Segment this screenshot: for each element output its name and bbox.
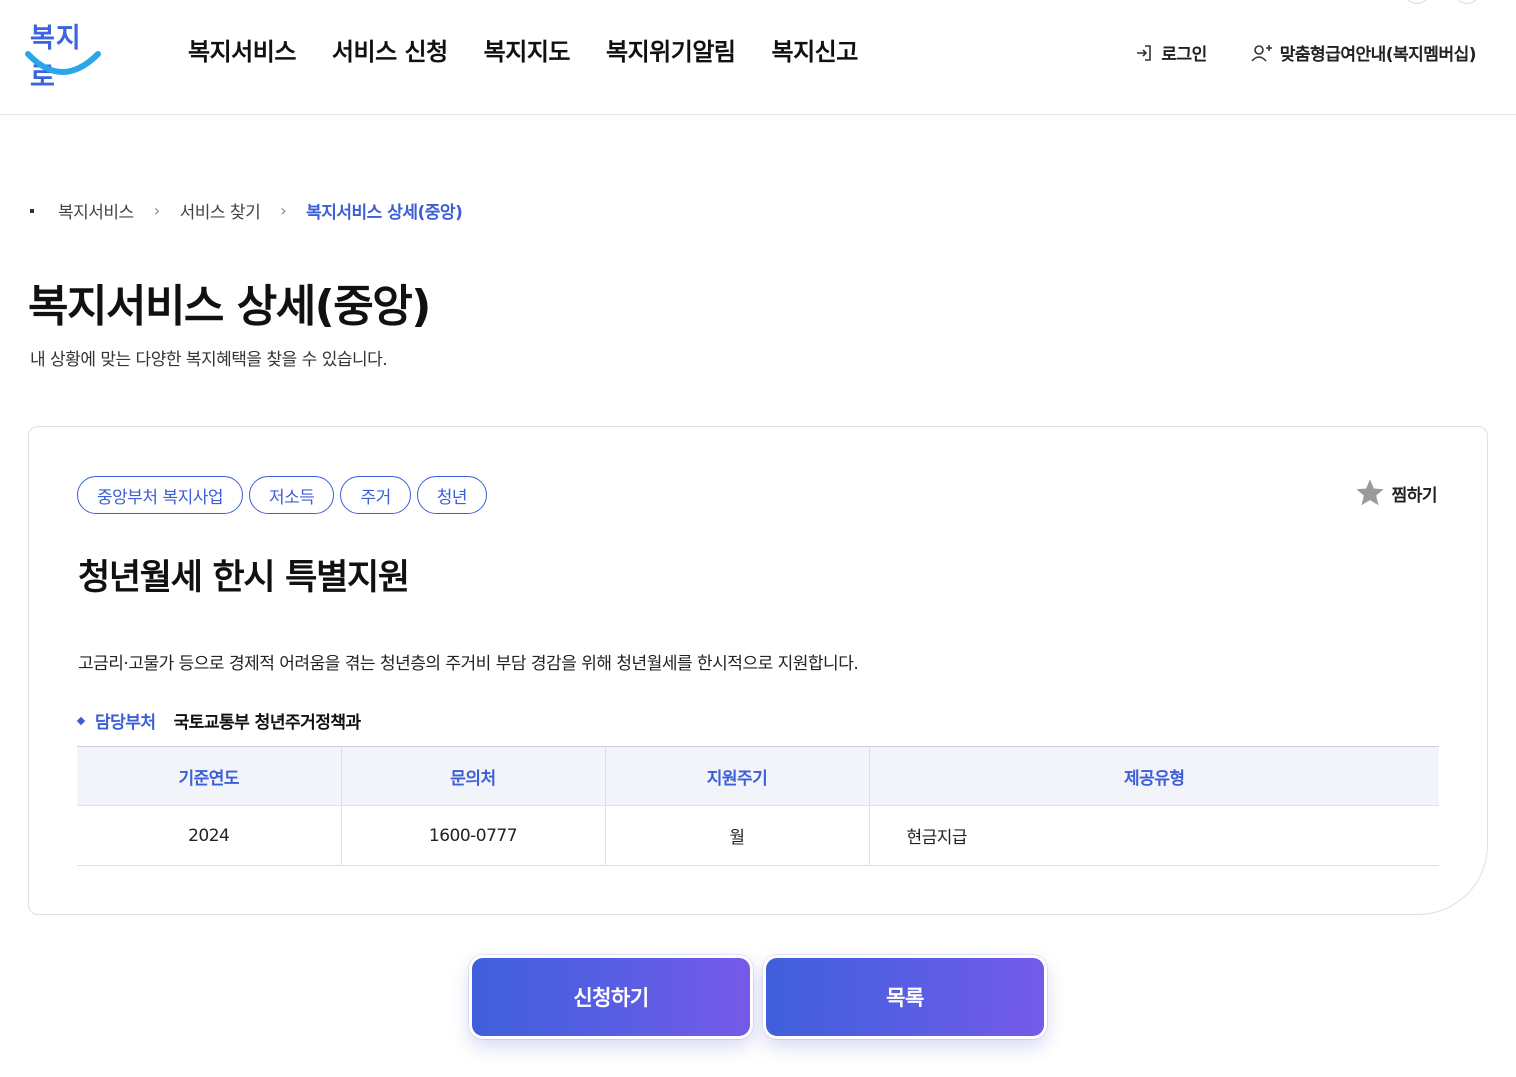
cell-contact: 1600-0777 bbox=[340, 805, 605, 866]
login-icon bbox=[1137, 44, 1152, 61]
chevron-right-icon: › bbox=[153, 201, 160, 220]
apply-button[interactable]: 신청하기 bbox=[469, 955, 753, 1039]
favorite-button[interactable]: 찜하기 bbox=[1354, 477, 1438, 509]
favorite-label: 찜하기 bbox=[1391, 485, 1438, 506]
nav-item-welfare-map[interactable]: 복지지도 bbox=[484, 32, 571, 67]
header-base-year: 기준연도 bbox=[77, 746, 341, 806]
list-button[interactable]: 목록 bbox=[763, 955, 1047, 1039]
utility-menu: 로그인 맞춤형급여안내(복지멤버십) bbox=[1134, 40, 1477, 65]
page-title: 복지서비스 상세(중앙) bbox=[28, 281, 431, 332]
diamond-bullet-icon bbox=[76, 716, 86, 725]
service-detail-card: 중앙부처 복지사업 저소득 주거 청년 찜하기 청년월세 한시 특별지원 고금리… bbox=[28, 426, 1488, 915]
membership-label: 맞춤형급여안내(복지멤버십) bbox=[1279, 45, 1477, 65]
cell-base-year: 2024 bbox=[77, 805, 341, 866]
top-circle-button[interactable] bbox=[1454, 0, 1480, 4]
table-row: 2024 1600-0777 월 현금지급 bbox=[77, 805, 1439, 866]
header-support-cycle: 지원주기 bbox=[604, 746, 869, 806]
top-utility-strip bbox=[1200, 0, 1480, 4]
service-title: 청년월세 한시 특별지원 bbox=[78, 558, 410, 598]
login-link[interactable]: 로그인 bbox=[1134, 40, 1207, 65]
cell-support-cycle: 월 bbox=[604, 805, 869, 866]
breadcrumb: 복지서비스 › 서비스 찾기 › 복지서비스 상세(중앙) bbox=[30, 198, 463, 223]
service-info-table: 기준연도 문의처 지원주기 제공유형 2024 1600-0777 월 현금지급 bbox=[77, 746, 1439, 866]
breadcrumb-current: 복지서비스 상세(중앙) bbox=[306, 203, 463, 223]
top-circle-button[interactable] bbox=[1404, 0, 1430, 4]
login-label: 로그인 bbox=[1161, 45, 1207, 65]
nav-item-service-apply[interactable]: 서비스 신청 bbox=[332, 32, 448, 67]
tag-youth[interactable]: 청년 bbox=[416, 476, 488, 514]
nav-item-crisis-alert[interactable]: 복지위기알림 bbox=[606, 32, 736, 67]
site-header: 복지로 복지서비스 서비스 신청 복지지도 복지위기알림 복지신고 로그인 맞춤… bbox=[0, 0, 1516, 115]
table-header-row: 기준연도 문의처 지원주기 제공유형 bbox=[77, 746, 1439, 806]
breadcrumb-bullet bbox=[30, 208, 34, 213]
breadcrumb-item-service-find[interactable]: 서비스 찾기 bbox=[180, 198, 261, 223]
header-contact: 문의처 bbox=[340, 746, 605, 806]
department-label: 담당부처 bbox=[95, 713, 156, 733]
tag-housing[interactable]: 주거 bbox=[340, 476, 411, 514]
chevron-right-icon: › bbox=[280, 201, 287, 220]
breadcrumb-item-welfare-service[interactable]: 복지서비스 bbox=[58, 198, 134, 223]
service-description: 고금리·고물가 등으로 경제적 어려움을 겪는 청년층의 주거비 부담 경감을 … bbox=[78, 654, 859, 674]
department-value: 국토교통부 청년주거정책과 bbox=[173, 713, 362, 733]
cell-provision-type: 현금지급 bbox=[868, 805, 1439, 866]
star-icon bbox=[1355, 479, 1384, 506]
nav-item-welfare-service[interactable]: 복지서비스 bbox=[188, 32, 296, 67]
department-info: 담당부처 국토교통부 청년주거정책과 bbox=[76, 708, 362, 733]
logo[interactable]: 복지로 bbox=[24, 16, 104, 93]
logo-smile-icon bbox=[25, 51, 101, 75]
tag-central-ministry[interactable]: 중앙부처 복지사업 bbox=[77, 476, 244, 514]
user-plus-icon bbox=[1251, 44, 1272, 62]
membership-link[interactable]: 맞춤형급여안내(복지멤버십) bbox=[1251, 40, 1477, 65]
main-nav: 복지서비스 서비스 신청 복지지도 복지위기알림 복지신고 bbox=[188, 32, 858, 67]
page-description: 내 상황에 맞는 다양한 복지혜택을 찾을 수 있습니다. bbox=[30, 350, 388, 370]
tag-list: 중앙부처 복지사업 저소득 주거 청년 bbox=[77, 476, 488, 514]
tag-low-income[interactable]: 저소득 bbox=[249, 476, 335, 514]
nav-item-welfare-report[interactable]: 복지신고 bbox=[771, 32, 858, 67]
header-provision-type: 제공유형 bbox=[868, 746, 1439, 806]
action-buttons: 신청하기 목록 bbox=[469, 955, 1047, 1039]
